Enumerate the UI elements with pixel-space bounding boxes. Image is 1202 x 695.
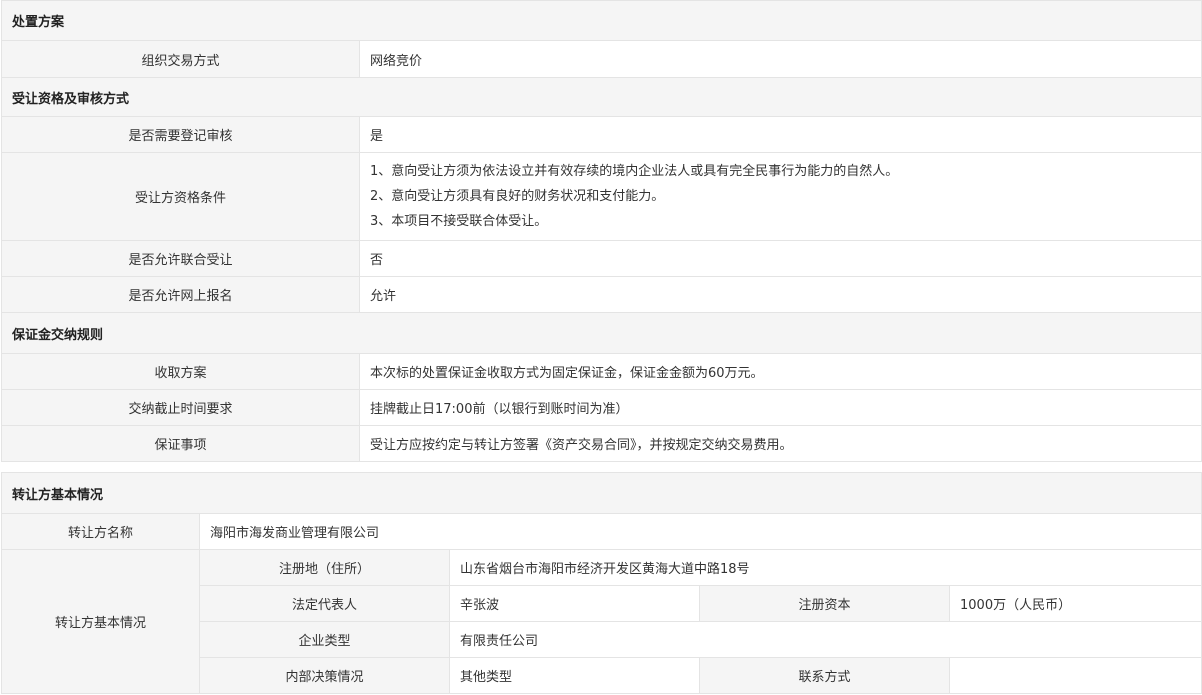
value-need-registration: 是 bbox=[358, 116, 1202, 153]
condition-line-2: 2、意向受让方须具有良好的财务状况和支付能力。 bbox=[370, 189, 665, 204]
label-trade-method: 组织交易方式 bbox=[1, 40, 360, 78]
value-joint-transfer: 否 bbox=[358, 240, 1202, 277]
value-trade-method: 网络竞价 bbox=[358, 40, 1202, 78]
value-deposit-plan: 本次标的处置保证金收取方式为固定保证金，保证金金额为60万元。 bbox=[358, 353, 1202, 390]
value-contact bbox=[948, 657, 1202, 694]
value-internal-decision: 其他类型 bbox=[449, 657, 700, 694]
label-qualification-conditions: 受让方资格条件 bbox=[1, 152, 360, 241]
label-internal-decision: 内部决策情况 bbox=[199, 657, 450, 694]
section-title-qualification: 受让资格及审核方式 bbox=[0, 77, 1202, 117]
label-company-type: 企业类型 bbox=[199, 621, 450, 658]
value-company-type: 有限责任公司 bbox=[448, 621, 1202, 658]
section-title-transferor: 转让方基本情况 bbox=[0, 472, 1202, 514]
label-deposit-plan: 收取方案 bbox=[1, 353, 360, 390]
section-title-deposit: 保证金交纳规则 bbox=[0, 312, 1202, 354]
label-address: 注册地（住所） bbox=[199, 549, 450, 586]
condition-line-1: 1、意向受让方须为依法设立并有效存续的境内企业法人或具有完全民事行为能力的自然人… bbox=[370, 164, 899, 179]
label-deposit-deadline: 交纳截止时间要求 bbox=[1, 389, 360, 426]
condition-line-3: 3、本项目不接受联合体受让。 bbox=[370, 214, 548, 229]
label-transferor-basic: 转让方基本情况 bbox=[1, 549, 200, 694]
value-address: 山东省烟台市海阳市经济开发区黄海大道中路18号 bbox=[448, 549, 1202, 586]
disposal-table: 处置方案 组织交易方式 网络竞价 受让资格及审核方式 是否需要登记审核 是 受让… bbox=[0, 0, 1202, 462]
value-registered-capital: 1000万（人民币） bbox=[948, 585, 1202, 622]
label-transferor-name: 转让方名称 bbox=[1, 513, 200, 550]
value-transferor-name: 海阳市海发商业管理有限公司 bbox=[198, 513, 1202, 550]
label-guarantee-items: 保证事项 bbox=[1, 425, 360, 462]
label-legal-rep: 法定代表人 bbox=[199, 585, 450, 622]
value-qualification-conditions: 1、意向受让方须为依法设立并有效存续的境内企业法人或具有完全民事行为能力的自然人… bbox=[358, 152, 1202, 241]
label-joint-transfer: 是否允许联合受让 bbox=[1, 240, 360, 277]
section-title-disposal: 处置方案 bbox=[0, 0, 1202, 41]
value-legal-rep: 辛张波 bbox=[449, 585, 700, 622]
label-online-registration: 是否允许网上报名 bbox=[1, 276, 360, 313]
value-deposit-deadline: 挂牌截止日17:00前（以银行到账时间为准） bbox=[358, 389, 1202, 426]
value-guarantee-items: 受让方应按约定与转让方签署《资产交易合同》，并按规定交纳交易费用。 bbox=[358, 425, 1202, 462]
label-registered-capital: 注册资本 bbox=[699, 585, 950, 622]
label-need-registration: 是否需要登记审核 bbox=[1, 116, 360, 153]
value-online-registration: 允许 bbox=[358, 276, 1202, 313]
transferor-table: 转让方基本情况 转让方名称 海阳市海发商业管理有限公司 转让方基本情况 注册地（… bbox=[0, 472, 1202, 694]
label-contact: 联系方式 bbox=[699, 657, 950, 694]
